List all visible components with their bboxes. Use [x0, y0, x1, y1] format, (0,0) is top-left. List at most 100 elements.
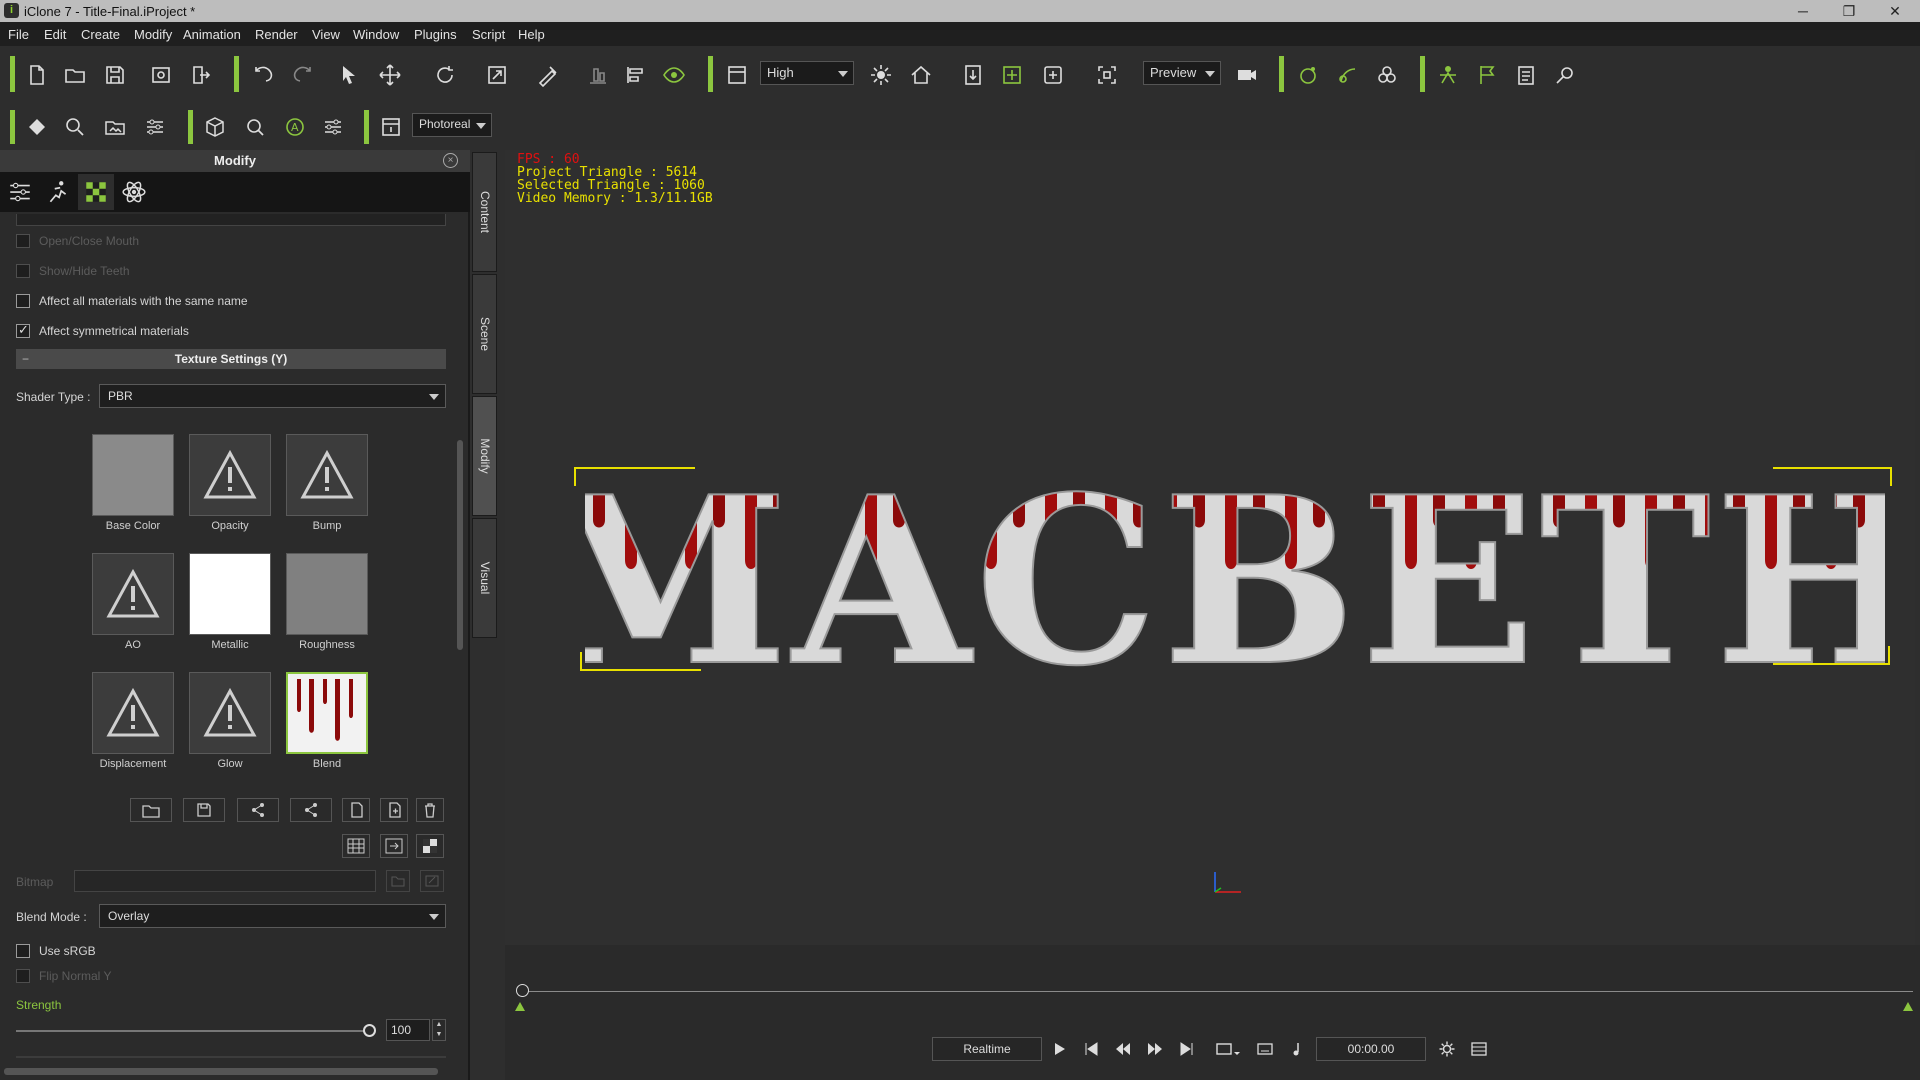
skip-to-start-icon[interactable]	[1078, 1037, 1104, 1061]
motion-link-icon[interactable]	[1333, 60, 1363, 90]
menu-window[interactable]: Window	[353, 27, 399, 42]
strength-slider-handle[interactable]	[363, 1024, 376, 1037]
range-end-marker[interactable]	[1903, 1002, 1913, 1011]
visibility-eye-icon[interactable]	[659, 60, 689, 90]
menu-create[interactable]: Create	[81, 27, 120, 42]
checker-icon[interactable]	[416, 834, 444, 858]
side-tab-scene[interactable]: Scene	[472, 274, 497, 394]
range-start-marker[interactable]	[515, 1002, 525, 1011]
sliders-icon[interactable]	[318, 112, 348, 142]
copy-texture-icon[interactable]	[342, 798, 370, 822]
music-note-icon[interactable]	[1284, 1037, 1310, 1061]
opacity-slot[interactable]	[189, 434, 271, 516]
menu-help[interactable]: Help	[518, 27, 545, 42]
texture-mapping-icon[interactable]	[380, 834, 408, 858]
realtime-dropdown[interactable]: Realtime	[932, 1037, 1042, 1061]
menu-file[interactable]: File	[8, 27, 29, 42]
show-hide-teeth-checkbox[interactable]	[16, 264, 30, 278]
light-sun-icon[interactable]	[866, 60, 896, 90]
menu-modify[interactable]: Modify	[134, 27, 172, 42]
drop-to-floor-icon[interactable]	[958, 60, 988, 90]
link-texture-icon[interactable]	[290, 798, 332, 822]
glow-slot[interactable]	[189, 672, 271, 754]
next-frame-icon[interactable]	[1142, 1037, 1168, 1061]
affect-same-name-checkbox[interactable]	[16, 294, 30, 308]
flag-icon[interactable]	[1472, 60, 1502, 90]
restore-button[interactable]: ❐	[1826, 0, 1872, 22]
vertical-scrollbar[interactable]	[457, 440, 463, 650]
distribute-icon[interactable]	[621, 60, 651, 90]
open-close-mouth-checkbox[interactable]	[16, 234, 30, 248]
tab-material-icon[interactable]	[78, 174, 114, 210]
home-icon[interactable]	[906, 60, 936, 90]
render-cube-icon[interactable]	[200, 112, 230, 142]
open-folder-icon[interactable]	[60, 60, 90, 90]
side-tab-modify[interactable]: Modify	[472, 396, 497, 516]
panel-close-icon[interactable]: ×	[443, 153, 458, 168]
tab-attributes-icon[interactable]	[2, 174, 38, 210]
new-file-icon[interactable]	[22, 60, 52, 90]
flip-normal-y-checkbox[interactable]	[16, 969, 30, 983]
clipboard-list-icon[interactable]	[1511, 60, 1541, 90]
subtitle-icon[interactable]	[1252, 1037, 1278, 1061]
tab-physics-icon[interactable]	[116, 174, 152, 210]
image-folder-icon[interactable]	[100, 112, 130, 142]
scale-icon[interactable]	[482, 60, 512, 90]
physics-objects-icon[interactable]	[1372, 60, 1402, 90]
3d-title-text[interactable]: MACBETH	[533, 446, 1920, 718]
load-texture-icon[interactable]	[130, 798, 172, 822]
blend-mode-dropdown[interactable]: Overlay	[99, 904, 446, 928]
render-mode-dropdown[interactable]: Photoreal	[412, 113, 492, 137]
select-arrow-icon[interactable]	[334, 60, 364, 90]
timeline-scrubber[interactable]	[516, 984, 529, 997]
camera-frame-icon[interactable]	[1092, 60, 1122, 90]
horizontal-scrollbar[interactable]	[4, 1068, 438, 1075]
delete-texture-icon[interactable]	[416, 798, 444, 822]
timeline-panel-icon[interactable]	[1466, 1037, 1492, 1061]
time-code-field[interactable]: 00:00.00	[1316, 1037, 1426, 1061]
affect-symmetrical-checkbox[interactable]	[16, 322, 30, 338]
save-icon[interactable]	[100, 60, 130, 90]
ao-slot[interactable]	[92, 553, 174, 635]
texture-settings-header[interactable]: − Texture Settings (Y)	[16, 349, 446, 369]
diamond-keyframe-icon[interactable]	[22, 112, 52, 142]
save-texture-icon[interactable]	[183, 798, 225, 822]
render-window-icon[interactable]	[376, 112, 406, 142]
search-material-icon[interactable]	[240, 112, 270, 142]
character-tools-icon[interactable]	[1433, 60, 1463, 90]
uv-grid-icon[interactable]	[342, 834, 370, 858]
menu-plugins[interactable]: Plugins	[414, 27, 457, 42]
video-camera-icon[interactable]	[1232, 60, 1262, 90]
auto-setup-icon[interactable]: A	[280, 112, 310, 142]
adjust-settings-icon[interactable]	[140, 112, 170, 142]
preview-dropdown[interactable]: Preview	[1143, 61, 1221, 85]
metallic-slot[interactable]	[189, 553, 271, 635]
move-icon[interactable]	[375, 60, 405, 90]
paste-texture-icon[interactable]	[380, 798, 408, 822]
export-icon[interactable]	[186, 60, 216, 90]
side-tab-visual[interactable]: Visual	[472, 518, 497, 638]
menu-script[interactable]: Script	[472, 27, 505, 42]
base-color-slot[interactable]	[92, 434, 174, 516]
strength-stepper[interactable]: ▲ ▼	[432, 1019, 446, 1041]
shader-type-dropdown[interactable]: PBR	[99, 384, 446, 408]
quality-dropdown[interactable]: High	[760, 61, 854, 85]
tab-motion-icon[interactable]	[40, 174, 76, 210]
pivot-icon[interactable]	[1038, 60, 1068, 90]
side-tab-content[interactable]: Content	[472, 152, 497, 272]
search-zoom-icon[interactable]	[60, 112, 90, 142]
close-button[interactable]: ✕	[1872, 0, 1918, 22]
align-tool-icon[interactable]	[533, 60, 563, 90]
displacement-slot[interactable]	[92, 672, 174, 754]
menu-render[interactable]: Render	[255, 27, 298, 42]
skip-to-end-icon[interactable]	[1174, 1037, 1200, 1061]
gizmo-settings-icon[interactable]	[1550, 60, 1580, 90]
previous-frame-icon[interactable]	[1110, 1037, 1136, 1061]
menu-edit[interactable]: Edit	[44, 27, 66, 42]
rotate-icon[interactable]	[430, 60, 460, 90]
share-texture-icon[interactable]	[237, 798, 279, 822]
roughness-slot[interactable]	[286, 553, 368, 635]
align-bottom-icon[interactable]	[583, 60, 613, 90]
timeline-track[interactable]	[523, 991, 1913, 992]
minimize-button[interactable]: ─	[1780, 0, 1826, 22]
